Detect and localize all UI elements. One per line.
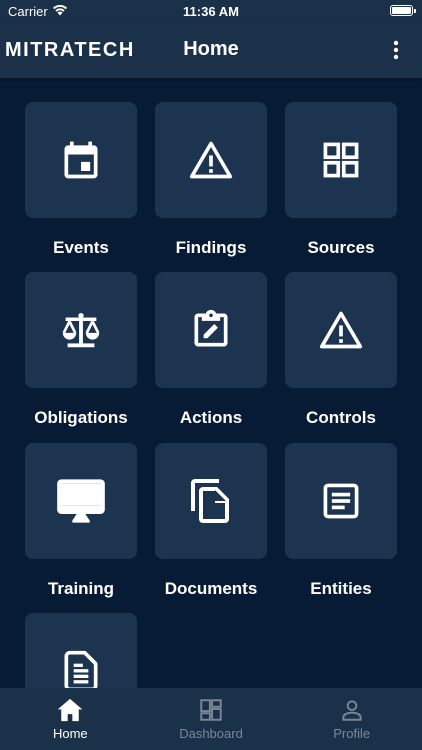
home-icon bbox=[58, 698, 83, 722]
more-vertical-icon bbox=[393, 40, 399, 60]
tile-card[interactable] bbox=[285, 443, 397, 559]
tile-sources[interactable]: Sources bbox=[285, 102, 397, 258]
tab-dashboard[interactable]: Dashboard bbox=[141, 688, 282, 750]
tile-card[interactable] bbox=[285, 102, 397, 218]
tile-document[interactable] bbox=[25, 613, 137, 688]
tile-card[interactable] bbox=[285, 272, 397, 388]
warning-icon bbox=[319, 311, 363, 349]
tile-card[interactable] bbox=[25, 102, 137, 218]
tile-card[interactable] bbox=[155, 443, 267, 559]
person-icon bbox=[342, 700, 362, 721]
clock: 11:36 AM bbox=[183, 4, 239, 19]
tile-events[interactable]: Events bbox=[25, 102, 137, 258]
battery-icon bbox=[390, 5, 416, 16]
page-title: Home bbox=[183, 38, 239, 60]
tile-training[interactable]: Training bbox=[25, 443, 137, 599]
dashboard-icon bbox=[200, 699, 222, 721]
tile-label: Controls bbox=[306, 408, 376, 427]
tile-label: Documents bbox=[164, 579, 258, 598]
module-grid: Events Findings Sources Obligations Acti… bbox=[25, 102, 405, 688]
tile-label: Events bbox=[53, 238, 109, 257]
tile-card[interactable] bbox=[25, 443, 137, 559]
monitor-icon bbox=[57, 479, 105, 523]
tile-label: Training bbox=[47, 579, 115, 598]
tile-label: Obligations bbox=[34, 408, 128, 427]
tile-card[interactable] bbox=[25, 272, 137, 388]
tile-label: Entities bbox=[310, 579, 372, 598]
tile-label: Actions bbox=[179, 408, 243, 427]
copy-icon bbox=[191, 479, 229, 523]
grid-icon bbox=[323, 142, 359, 178]
article-icon bbox=[323, 483, 359, 519]
status-bar: Carrier 11:36 AM bbox=[0, 0, 422, 22]
tab-profile[interactable]: Profile bbox=[281, 688, 422, 750]
tile-documents[interactable]: Documents bbox=[155, 443, 267, 599]
tile-card[interactable] bbox=[25, 613, 137, 688]
tile-findings[interactable]: Findings bbox=[155, 102, 267, 258]
more-options-button[interactable] bbox=[384, 38, 408, 62]
warning-icon bbox=[189, 141, 233, 179]
tab-home[interactable]: Home bbox=[0, 688, 141, 750]
tile-controls[interactable]: Controls bbox=[285, 272, 397, 428]
tile-label: Findings bbox=[175, 238, 247, 257]
tile-obligations[interactable]: Obligations bbox=[25, 272, 137, 428]
tile-label: Sources bbox=[307, 238, 375, 257]
document-icon bbox=[64, 650, 98, 688]
tab-bar: Home Dashboard Profile bbox=[0, 688, 422, 750]
navigation-bar: MITRATECH Home bbox=[0, 22, 422, 78]
tile-actions[interactable]: Actions bbox=[155, 272, 267, 428]
scale-icon bbox=[62, 312, 100, 348]
calendar-icon bbox=[64, 141, 98, 179]
clipboard-edit-icon bbox=[194, 309, 228, 347]
tile-card[interactable] bbox=[155, 102, 267, 218]
tile-entities[interactable]: Entities bbox=[285, 443, 397, 599]
tile-card[interactable] bbox=[155, 272, 267, 388]
tab-label: Dashboard bbox=[179, 726, 243, 741]
tab-label: Home bbox=[52, 726, 88, 741]
tab-label: Profile bbox=[333, 726, 371, 741]
